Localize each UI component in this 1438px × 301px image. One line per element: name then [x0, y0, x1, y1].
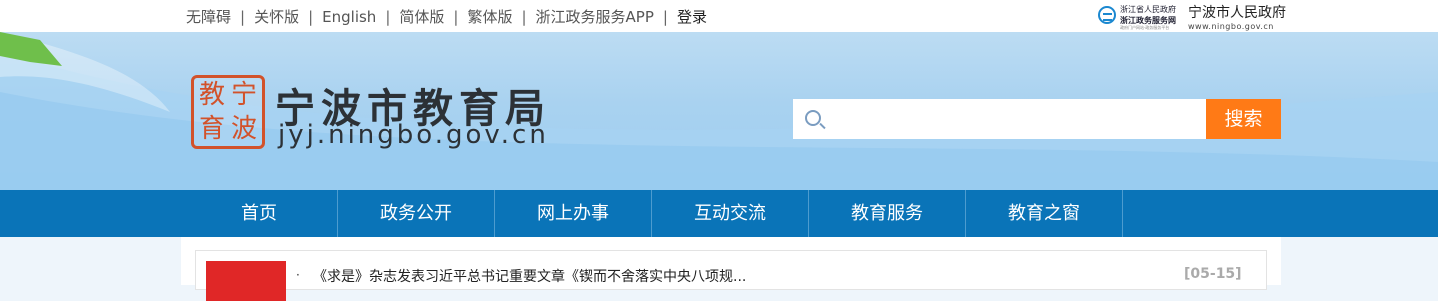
simplified-chinese-link[interactable]: 简体版 — [399, 8, 444, 26]
nav-item-interaction[interactable]: 互动交流 — [652, 190, 809, 237]
zhejiang-emblem-icon — [1098, 6, 1116, 24]
zhejiang-app-link[interactable]: 浙江政务服务APP — [536, 8, 654, 26]
site-domain: jyj.ningbo.gov.cn — [278, 120, 549, 150]
news-date: [05-15] — [1184, 266, 1242, 282]
separator: | — [453, 8, 459, 26]
main-content: · 《求是》杂志发表习近平总书记重要文章《锲而不舍落实中央八项规... [05-… — [181, 237, 1281, 301]
seal-char: 波 — [231, 114, 258, 144]
english-link[interactable]: English — [322, 8, 376, 26]
search-input[interactable] — [793, 99, 1207, 139]
top-utility-bar: 无障碍 | 关怀版 | English | 简体版 | 繁体版 | 浙江政务服务APP | 登录 浙江省… — [0, 0, 1438, 32]
separator: | — [662, 8, 668, 26]
elderly-mode-link[interactable]: 关怀版 — [254, 8, 299, 26]
accessibility-link[interactable]: 无障碍 — [186, 8, 231, 26]
news-headline-link[interactable]: 《求是》杂志发表习近平总书记重要文章《锲而不舍落实中央八项规... — [313, 266, 746, 286]
list-bullet: · — [296, 268, 300, 282]
nav-item-government-affairs[interactable]: 政务公开 — [338, 190, 495, 237]
ningbo-gov-logo[interactable]: 宁波市人民政府 www.ningbo.gov.cn — [1188, 2, 1286, 31]
nav-item-home[interactable]: 首页 — [181, 190, 338, 237]
search-button[interactable]: 搜索 — [1206, 99, 1281, 139]
bureau-seal-logo[interactable]: 教 宁 育 波 — [191, 75, 265, 149]
utility-links: 无障碍 | 关怀版 | English | 简体版 | 繁体版 | 浙江政务服务APP | 登录 — [186, 6, 707, 27]
news-panel: · 《求是》杂志发表习近平总书记重要文章《锲而不舍落实中央八项规... [05-… — [195, 250, 1267, 301]
ningbo-gov-name: 宁波市人民政府 — [1188, 5, 1286, 21]
header-banner: 教 宁 育 波 宁波市教育局 jyj.ningbo.gov.cn 搜索 — [0, 32, 1438, 190]
nav-item-online-services[interactable]: 网上办事 — [495, 190, 652, 237]
ningbo-gov-url: www.ningbo.gov.cn — [1188, 22, 1274, 31]
zhejiang-logo-line3: 政府门户网站·政务服务平台 — [1120, 25, 1170, 30]
main-navigation: 首页 政务公开 网上办事 互动交流 教育服务 教育之窗 — [0, 190, 1438, 237]
zhejiang-logo-line1: 浙江省人民政府 — [1120, 5, 1176, 14]
search-icon — [805, 110, 821, 126]
news-feature-image[interactable] — [206, 261, 286, 301]
separator: | — [308, 8, 314, 26]
separator: | — [385, 8, 391, 26]
nav-item-education-services[interactable]: 教育服务 — [809, 190, 966, 237]
traditional-chinese-link[interactable]: 繁体版 — [467, 8, 512, 26]
seal-char: 育 — [199, 114, 226, 144]
login-link[interactable]: 登录 — [677, 8, 707, 26]
zhejiang-gov-logo[interactable]: 浙江省人民政府 浙江政务服务网 政府门户网站·政务服务平台 — [1098, 4, 1176, 30]
seal-char: 教 — [199, 80, 226, 110]
separator: | — [240, 8, 246, 26]
nav-item-education-window[interactable]: 教育之窗 — [966, 190, 1123, 237]
seal-char: 宁 — [231, 80, 258, 110]
separator: | — [521, 8, 527, 26]
